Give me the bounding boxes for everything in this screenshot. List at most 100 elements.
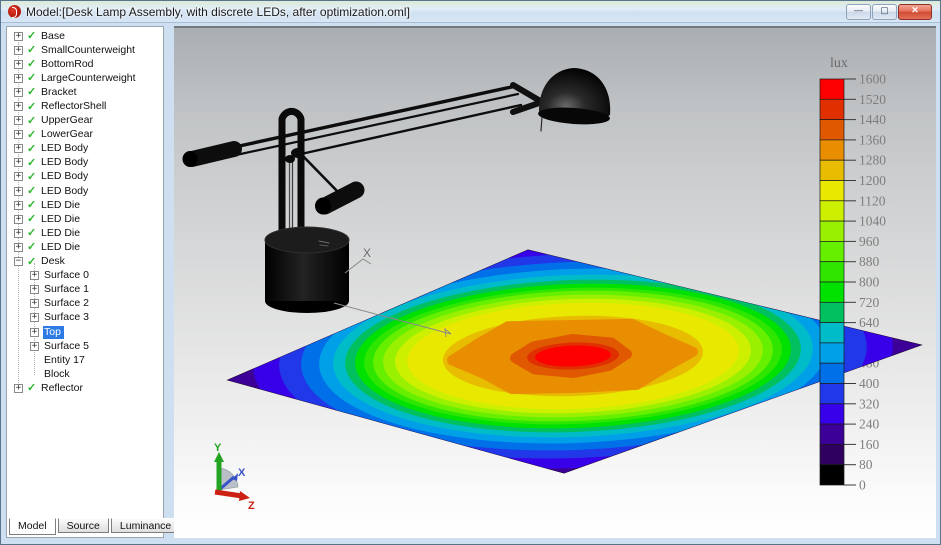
tree-item-block[interactable]: Block [7,367,163,381]
tree-item-desk[interactable]: −✓Desk [7,255,163,269]
tree-expander-icon[interactable]: + [30,342,39,351]
tree-item-led-die[interactable]: + ✓LED Die [7,240,163,254]
visible-checkmark-icon[interactable]: ✓ [27,158,40,168]
tree-expander-icon[interactable]: + [14,215,23,224]
tree-item-label: Surface 2 [43,297,92,310]
legend-tick-label: 1200 [859,173,886,188]
tree-expander-icon[interactable]: + [14,201,23,210]
tab-luminance[interactable]: Luminance [111,518,180,533]
tree-item-label: LowerGear [40,128,96,141]
tree-expander-icon[interactable]: + [14,187,23,196]
tree-item-led-die[interactable]: + ✓LED Die [7,226,163,240]
tree-item-lowergear[interactable]: + ✓LowerGear [7,128,163,142]
visible-checkmark-icon[interactable]: ✓ [27,383,40,393]
tree-expander-icon[interactable]: + [14,384,23,393]
legend-color-band [820,465,844,485]
minimize-button[interactable]: — [846,4,871,20]
maximize-button[interactable]: ▢ [872,4,897,20]
tree-item-led-body[interactable]: +✓LED Body [7,170,163,184]
visible-checkmark-icon[interactable]: ✓ [27,102,40,112]
close-button[interactable]: ✕ [898,4,932,20]
model-tree[interactable]: +✓Base+✓SmallCounterweight+✓BottomRod+✓L… [7,27,163,518]
tree-expander-icon[interactable]: + [14,60,23,69]
tree-item-surface-0[interactable]: +Surface 0 [7,269,163,283]
tree-item-led-body[interactable]: +✓LED Body [7,156,163,170]
tree-item-led-body[interactable]: + ✓LED Body [7,184,163,198]
tree-expander-icon[interactable]: + [14,130,23,139]
visible-checkmark-icon[interactable]: ✓ [27,257,40,267]
tree-item-label: LED Die [40,241,83,254]
tree-item-surface-3[interactable]: +Surface 3 [7,311,163,325]
tree-item-surface-2[interactable]: + Surface 2 [7,297,163,311]
legend-color-band [820,363,844,383]
legend-tick-label: 1520 [859,92,886,107]
tree-expander-icon[interactable]: + [30,313,39,322]
model-3d-viewport[interactable]: 1600152014401360128012001120104096088080… [174,26,936,538]
visible-checkmark-icon[interactable]: ✓ [27,59,40,69]
tree-expander-icon[interactable]: + [14,74,23,83]
visible-checkmark-icon[interactable]: ✓ [27,116,40,126]
tree-item-surface-1[interactable]: +Surface 1 [7,283,163,297]
visible-checkmark-icon[interactable]: ✓ [27,31,40,41]
maximize-icon: ▢ [880,4,889,17]
legend-color-band [820,282,844,302]
tree-expander-icon[interactable]: + [14,32,23,41]
visible-checkmark-icon[interactable]: ✓ [27,200,40,210]
tree-expander-icon[interactable]: + [30,271,39,280]
tree-item-label: UpperGear [40,114,96,127]
legend-color-band [820,160,844,180]
lamp-head-wire [541,117,542,131]
legend-title: lux [830,56,848,71]
visible-checkmark-icon[interactable]: ✓ [27,73,40,83]
visible-checkmark-icon[interactable]: ✓ [27,186,40,196]
legend-color-band [820,323,844,343]
tree-item-led-die[interactable]: +✓LED Die [7,212,163,226]
tree-expander-icon[interactable]: + [14,116,23,125]
visible-checkmark-icon[interactable]: ✓ [27,172,40,182]
visible-checkmark-icon[interactable]: ✓ [27,45,40,55]
tree-expander-icon[interactable]: + [30,285,39,294]
visible-checkmark-icon[interactable]: ✓ [27,144,40,154]
visible-checkmark-icon[interactable]: ✓ [27,214,40,224]
legend-color-band [820,384,844,404]
tree-item-top[interactable]: + Top [7,325,163,339]
tree-expander-icon[interactable]: + [30,328,39,337]
axis-annotation-label: X [363,246,371,260]
tree-expander-icon[interactable]: − [14,257,23,266]
tree-item-entity-17[interactable]: Entity 17 [7,353,163,367]
tree-item-label: LED Die [40,227,83,240]
titlebar[interactable]: Model:[Desk Lamp Assembly, with discrete… [1,1,940,23]
tree-item-bottomrod[interactable]: +✓BottomRod [7,57,163,71]
legend-tick-label: 320 [859,396,880,411]
tree-expander-icon[interactable]: + [30,299,39,308]
minimize-icon: — [854,4,863,17]
visible-checkmark-icon[interactable]: ✓ [27,228,40,238]
tree-item-uppergear[interactable]: + ✓UpperGear [7,114,163,128]
tree-expander-icon[interactable]: + [14,144,23,153]
tree-item-surface-5[interactable]: +Surface 5 [7,339,163,353]
tree-item-largecounterweight[interactable]: +✓LargeCounterweight [7,71,163,85]
tree-expander-icon[interactable]: + [14,243,23,252]
tree-item-led-body[interactable]: +✓LED Body [7,142,163,156]
tab-source[interactable]: Source [58,518,109,533]
tree-expander-icon[interactable]: + [14,158,23,167]
tree-expander-icon[interactable]: + [14,229,23,238]
tree-item-smallcounterweight[interactable]: +✓SmallCounterweight [7,43,163,57]
tree-item-reflectorshell[interactable]: +✓ReflectorShell [7,99,163,113]
tree-item-base[interactable]: +✓Base [7,29,163,43]
tree-expander-icon[interactable]: + [14,46,23,55]
visible-checkmark-icon[interactable]: ✓ [27,130,40,140]
tree-expander-icon[interactable]: + [14,88,23,97]
legend-tick-label: 960 [859,234,880,249]
tab-model[interactable]: Model [9,518,56,535]
tree-expander-icon[interactable]: + [14,172,23,181]
tree-item-label: Top [43,326,64,339]
tree-item-reflector[interactable]: +✓Reflector [7,381,163,395]
legend-color-band [820,424,844,444]
tree-item-led-die[interactable]: +✓LED Die [7,198,163,212]
tree-item-label: LED Body [40,185,91,198]
visible-checkmark-icon[interactable]: ✓ [27,87,40,97]
tree-item-bracket[interactable]: +✓Bracket [7,85,163,99]
visible-checkmark-icon[interactable]: ✓ [27,242,40,252]
tree-expander-icon[interactable]: + [14,102,23,111]
